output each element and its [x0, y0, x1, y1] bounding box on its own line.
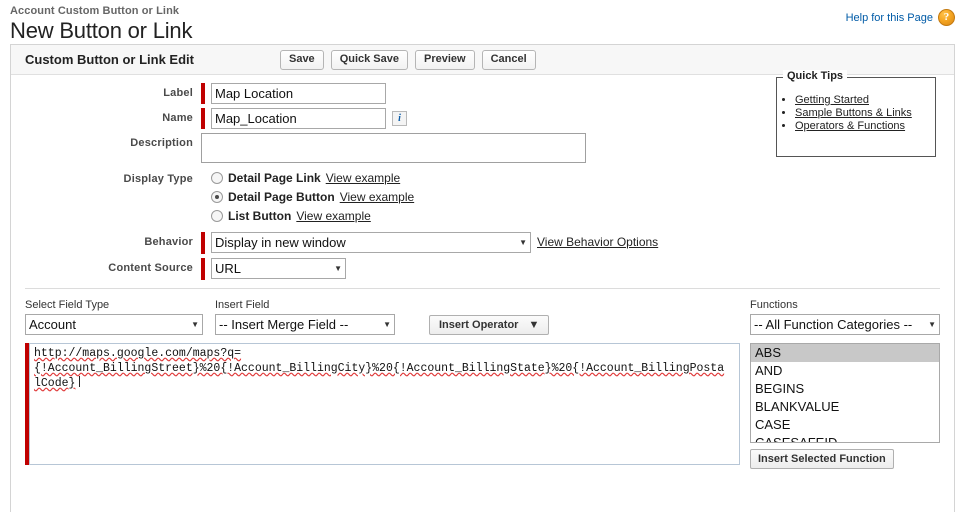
help-link-label[interactable]: Help for this Page — [846, 12, 933, 24]
panel-title: Custom Button or Link Edit — [25, 52, 194, 67]
radio-icon-selected[interactable] — [211, 191, 223, 203]
display-type-label: Display Type — [123, 173, 193, 185]
formula-textarea[interactable]: http://maps.google.com/maps?q= {!Account_… — [29, 343, 740, 465]
quick-tips-legend: Quick Tips — [783, 70, 848, 82]
description-textarea[interactable] — [201, 133, 586, 163]
radio-label: Detail Page Link — [228, 171, 321, 185]
formula-line-3: lCode} — [34, 377, 76, 390]
insert-operator-group: Insert Operator ▼ — [429, 315, 550, 335]
chevron-down-icon: ▼ — [928, 320, 936, 329]
insert-merge-field-select[interactable]: -- Insert Merge Field -- ▼ — [215, 314, 395, 335]
name-input[interactable] — [211, 108, 386, 129]
list-item[interactable]: Getting Started — [795, 94, 929, 106]
functions-label: Functions — [750, 299, 798, 311]
radio-label: Detail Page Button — [228, 190, 335, 204]
breadcrumb: Account Custom Button or Link — [10, 5, 180, 17]
insert-selected-function-button[interactable]: Insert Selected Function — [750, 449, 894, 469]
required-marker — [201, 108, 205, 129]
insert-operator-label: Insert Operator — [439, 319, 519, 331]
function-list-item-begins[interactable]: BEGINS — [751, 380, 939, 398]
name-field-label: Name — [162, 112, 193, 124]
insert-operator-button[interactable]: Insert Operator ▼ — [429, 315, 550, 335]
view-behavior-options-link[interactable]: View Behavior Options — [537, 235, 658, 249]
radio-option-detail-page-button[interactable]: Detail Page Button View example — [211, 188, 414, 206]
display-type-row: Display Type Detail Page Link View examp… — [11, 169, 954, 226]
quick-save-button[interactable]: Quick Save — [330, 49, 409, 70]
page-title: New Button or Link — [10, 18, 193, 43]
label-input[interactable] — [211, 83, 386, 104]
function-categories-select[interactable]: -- All Function Categories -- ▼ — [750, 314, 940, 335]
required-marker — [201, 232, 205, 254]
function-panel: ABS AND BEGINS BLANKVALUE CASE CASESAFEI… — [750, 343, 940, 469]
view-example-link[interactable]: View example — [340, 190, 414, 204]
quick-tips-box: Quick Tips Getting Started Sample Button… — [776, 70, 936, 157]
behavior-select[interactable]: Display in new window ▼ — [211, 232, 531, 253]
text-cursor — [79, 376, 81, 387]
action-button-row: Save Quick Save Preview Cancel — [279, 49, 536, 70]
required-marker — [201, 83, 205, 104]
behavior-row: Behavior Display in new window ▼ View Be… — [11, 232, 954, 254]
formula-toolbar: Select Field Type Account ▼ Insert Field… — [25, 299, 940, 335]
function-list-item-casesafeid[interactable]: CASESAFEID — [751, 434, 939, 442]
function-list-item-and[interactable]: AND — [751, 362, 939, 380]
view-example-link[interactable]: View example — [326, 171, 400, 185]
behavior-select-value: Display in new window — [215, 235, 346, 250]
function-categories-value: -- All Function Categories -- — [754, 317, 913, 332]
content-source-select-value: URL — [215, 261, 242, 276]
view-example-link[interactable]: View example — [296, 209, 370, 223]
function-list-item-abs[interactable]: ABS — [751, 344, 939, 362]
radio-icon[interactable] — [211, 210, 223, 222]
formula-line-1: http://maps.google.com/maps?q= — [34, 347, 242, 360]
question-mark-icon[interactable]: ? — [938, 9, 955, 26]
cancel-button[interactable]: Cancel — [481, 49, 536, 70]
label-field-label: Label — [163, 87, 193, 99]
radio-label: List Button — [228, 209, 292, 223]
required-marker — [201, 258, 205, 280]
content-source-row: Content Source URL ▼ — [11, 258, 954, 280]
function-list-item-blankvalue[interactable]: BLANKVALUE — [751, 398, 939, 416]
formula-input-wrap: http://maps.google.com/maps?q= {!Account_… — [25, 343, 740, 469]
chevron-down-icon: ▼ — [334, 264, 342, 273]
help-for-this-page[interactable]: Help for this Page ? — [846, 9, 955, 26]
field-type-select[interactable]: Account ▼ — [25, 314, 203, 335]
field-type-value: Account — [29, 317, 76, 332]
chevron-down-icon: ▼ — [383, 320, 391, 329]
insert-field-group: Insert Field -- Insert Merge Field -- ▼ — [215, 299, 395, 335]
formula-row: http://maps.google.com/maps?q= {!Account_… — [25, 343, 940, 469]
chevron-down-icon: ▼ — [519, 238, 527, 247]
radio-option-list-button[interactable]: List Button View example — [211, 207, 371, 225]
custom-button-edit-panel: Custom Button or Link Edit Save Quick Sa… — [10, 44, 955, 512]
quick-tip-link-getting-started[interactable]: Getting Started — [795, 94, 869, 106]
quick-tip-link-operators-functions[interactable]: Operators & Functions — [795, 120, 905, 132]
info-icon[interactable]: i — [392, 111, 407, 126]
functions-group: Functions -- All Function Categories -- … — [750, 299, 940, 335]
insert-field-label: Insert Field — [215, 299, 270, 311]
content-source-label: Content Source — [108, 262, 193, 274]
select-field-type-label: Select Field Type — [25, 299, 110, 311]
content-source-select[interactable]: URL ▼ — [211, 258, 346, 279]
quick-tips-list: Getting Started Sample Buttons & Links O… — [795, 94, 929, 132]
formula-line-2: {!Account_BillingStreet}%20{!Account_Bil… — [34, 362, 725, 375]
chevron-down-icon: ▼ — [191, 320, 199, 329]
function-list[interactable]: ABS AND BEGINS BLANKVALUE CASE CASESAFEI… — [750, 343, 940, 443]
page-header: Account Custom Button or Link New Button… — [0, 0, 963, 44]
function-list-item-case[interactable]: CASE — [751, 416, 939, 434]
preview-button[interactable]: Preview — [415, 49, 475, 70]
list-item[interactable]: Operators & Functions — [795, 120, 929, 132]
description-field-label: Description — [130, 137, 193, 149]
save-button[interactable]: Save — [279, 49, 324, 70]
quick-tip-link-sample-buttons[interactable]: Sample Buttons & Links — [795, 107, 912, 119]
formula-editor: Select Field Type Account ▼ Insert Field… — [11, 289, 954, 469]
chevron-down-icon: ▼ — [528, 319, 540, 331]
select-field-type-group: Select Field Type Account ▼ — [25, 299, 203, 335]
insert-merge-field-value: -- Insert Merge Field -- — [219, 317, 349, 332]
form-body: Quick Tips Getting Started Sample Button… — [11, 70, 954, 469]
radio-icon[interactable] — [211, 172, 223, 184]
radio-option-detail-page-link[interactable]: Detail Page Link View example — [211, 169, 400, 187]
list-item[interactable]: Sample Buttons & Links — [795, 107, 929, 119]
behavior-label: Behavior — [144, 236, 193, 248]
